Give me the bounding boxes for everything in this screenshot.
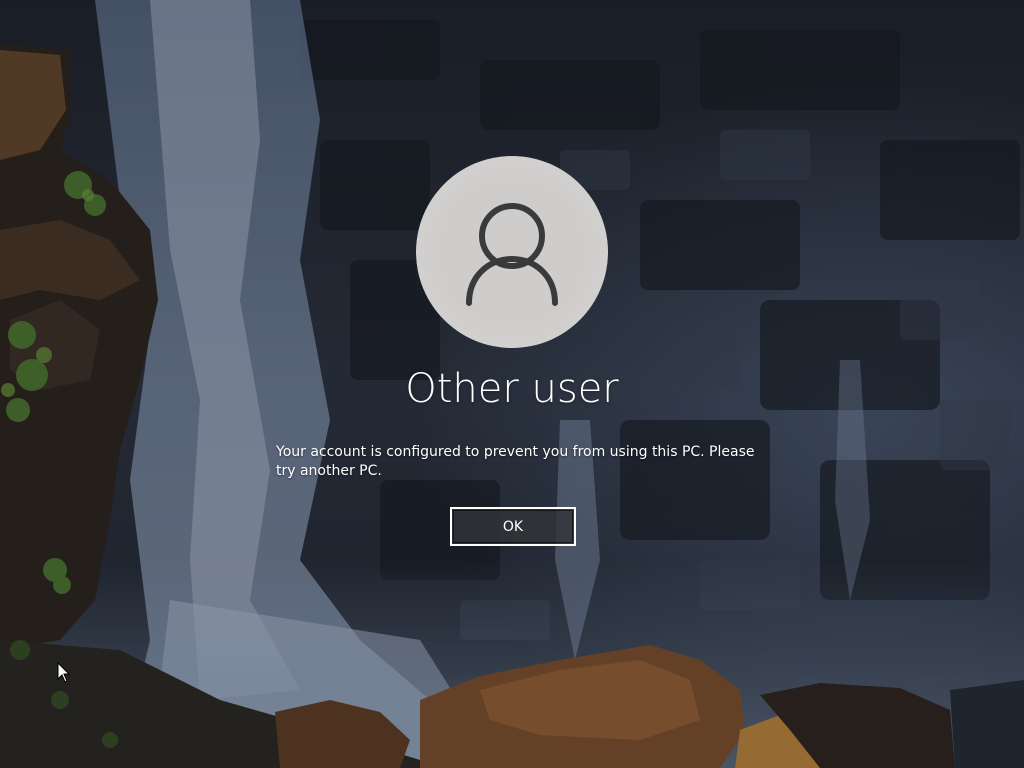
account-restriction-message: Your account is configured to prevent yo…	[276, 444, 755, 479]
user-name: Other user	[405, 366, 619, 412]
user-avatar	[416, 156, 608, 348]
ok-button-label: OK	[502, 518, 524, 535]
ok-button[interactable]: OK	[450, 507, 576, 546]
mouse-pointer-icon	[57, 662, 71, 683]
person-icon	[466, 203, 558, 306]
